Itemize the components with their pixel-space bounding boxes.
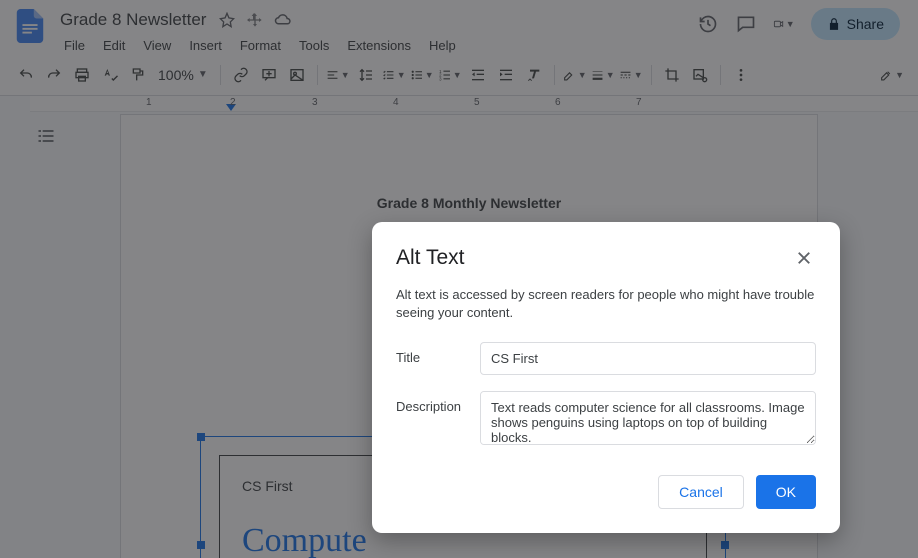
dialog-description: Alt text is accessed by screen readers f…: [396, 286, 816, 322]
description-field-row: Description: [396, 391, 816, 445]
ok-button[interactable]: OK: [756, 475, 816, 509]
title-field-row: Title: [396, 342, 816, 375]
dialog-title: Alt Text: [396, 246, 464, 270]
description-label: Description: [396, 391, 480, 414]
cancel-button[interactable]: Cancel: [658, 475, 744, 509]
description-input[interactable]: [480, 391, 816, 445]
title-input[interactable]: [480, 342, 816, 375]
app-root: Grade 8 Newsletter File Edit View Insert…: [0, 0, 918, 558]
dialog-actions: Cancel OK: [396, 475, 816, 509]
alt-text-dialog: Alt Text Alt text is accessed by screen …: [372, 222, 840, 533]
title-label: Title: [396, 342, 480, 365]
dialog-header: Alt Text: [396, 246, 816, 270]
close-icon[interactable]: [792, 246, 816, 270]
